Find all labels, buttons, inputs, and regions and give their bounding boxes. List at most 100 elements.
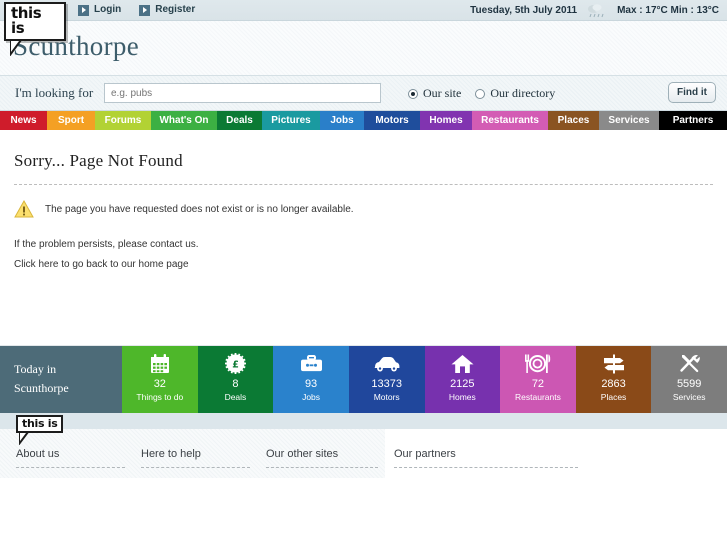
nav-item-news[interactable]: News — [0, 111, 47, 130]
svg-text:£: £ — [232, 360, 239, 371]
stat-tile-restaurants[interactable]: 72 Restaurants — [500, 346, 576, 413]
nav-item-motors[interactable]: Motors — [364, 111, 420, 130]
nav-item-pictures[interactable]: Pictures — [262, 111, 320, 130]
nav-item-deals[interactable]: Deals — [217, 111, 262, 130]
footer-logo[interactable]: this is — [16, 415, 64, 445]
stat-label: Jobs — [302, 392, 321, 402]
calendar-icon — [122, 353, 198, 374]
footer-strip — [0, 413, 727, 429]
search-input[interactable] — [104, 83, 381, 103]
nav-item-restaurants[interactable]: Restaurants — [472, 111, 548, 130]
radio-unselected-icon[interactable] — [475, 88, 486, 99]
footer-column-here-to-help: Here to help — [125, 447, 250, 468]
stat-label: Services — [672, 392, 706, 402]
footer-logo-text: this is — [16, 415, 64, 433]
footer-column-our-other-sites: Our other sites — [250, 447, 378, 468]
footer-column-rule — [266, 467, 378, 468]
nav-item-places[interactable]: Places — [548, 111, 599, 130]
footer-column-title[interactable]: Here to help — [141, 447, 250, 461]
stat-label: Deals — [224, 392, 247, 402]
car-icon — [349, 353, 425, 374]
pound-badge-icon: £ — [198, 353, 274, 374]
stat-tile-homes[interactable]: 2125 Homes — [424, 346, 501, 413]
stat-count: 2125 — [450, 378, 475, 390]
home-link-line[interactable]: Click here to go back to our home page — [14, 259, 713, 270]
stat-tile-motors[interactable]: 13373 Motors — [348, 346, 425, 413]
nav-item-jobs[interactable]: Jobs — [320, 111, 364, 130]
footer-column-rule — [141, 467, 250, 468]
page-root: Login Register Tuesday, 5th July 2011 Ma… — [0, 0, 727, 545]
arrow-right-icon — [139, 4, 151, 16]
house-icon — [425, 353, 501, 374]
speech-bubble-tail-icon — [19, 432, 30, 445]
signpost-icon — [576, 353, 652, 374]
stat-tile-things-to-do[interactable]: 32 Things to do — [122, 346, 198, 413]
site-logo-text: this is — [4, 2, 66, 41]
stat-tile-deals[interactable]: £8 Deals — [197, 346, 274, 413]
stat-count: 13373 — [371, 378, 402, 390]
footer-column-title[interactable]: Our other sites — [266, 447, 378, 461]
footer-column-our-partners: Our partners — [378, 447, 578, 468]
stat-label: Places — [600, 392, 627, 402]
stat-tile-services[interactable]: 5599 Services — [651, 346, 727, 413]
login-label: Login — [94, 4, 122, 15]
stat-count: 72 — [531, 378, 545, 390]
search-bar: I'm looking for Our site Our directory F… — [0, 75, 727, 111]
radio-selected-icon[interactable] — [408, 88, 418, 99]
today-in-panel: Today in Scunthorpe — [0, 346, 122, 413]
stat-label: Restaurants — [515, 392, 561, 402]
register-label: Register — [155, 4, 196, 15]
stat-count: 8 — [232, 378, 239, 390]
top-utility-bar: Login Register Tuesday, 5th July 2011 Ma… — [0, 0, 727, 21]
nav-item-what-s-on[interactable]: What's On — [151, 111, 217, 130]
site-logo[interactable]: this is — [4, 2, 66, 56]
nav-item-services[interactable]: Services — [599, 111, 659, 130]
briefcase-icon — [273, 353, 349, 374]
stat-label: Homes — [448, 392, 476, 402]
radio-our-directory[interactable]: Our directory — [475, 86, 555, 101]
today-in-stats-bar: Today in Scunthorpe 32 Things to do £8 Deal… — [0, 345, 727, 413]
temperature-range: Max : 17°C Min : 13°C — [617, 4, 719, 16]
tools-icon — [651, 353, 727, 374]
restaurant-icon — [500, 353, 576, 374]
search-label: I'm looking for — [15, 85, 94, 100]
date-weather-group: Tuesday, 5th July 2011 Max : 17°C Min : … — [470, 3, 719, 18]
footer-column-title[interactable]: Our partners — [394, 447, 578, 461]
stat-tile-places[interactable]: 2863 Places — [575, 346, 652, 413]
warning-triangle-icon — [14, 200, 34, 218]
footer-column-rule — [394, 467, 578, 468]
stat-label: Things to do — [136, 392, 184, 402]
footer-column-rule — [16, 467, 125, 468]
primary-nav: News Sport Forums What's On Deals Pictures Job… — [0, 111, 727, 130]
stat-count: 5599 — [676, 378, 702, 390]
error-message-row: The page you have requested does not exi… — [14, 200, 713, 218]
radio-our-site-label: Our site — [423, 86, 462, 100]
nav-item-homes[interactable]: Homes — [420, 111, 472, 130]
search-scope-options: Our site Our directory — [408, 86, 555, 101]
account-links: Login Register — [78, 3, 195, 17]
site-footer: this is About us Here to help Our other si… — [0, 413, 727, 478]
main-content: Sorry... Page Not Found The page you hav… — [0, 130, 727, 345]
nav-item-sport[interactable]: Sport — [47, 111, 95, 130]
footer-columns: About us Here to help Our other sites Our p… — [0, 447, 727, 468]
login-link[interactable]: Login — [78, 3, 121, 17]
stat-count: 93 — [304, 378, 318, 390]
radio-our-site[interactable]: Our site — [408, 86, 461, 101]
footer-column-title[interactable]: About us — [16, 447, 125, 461]
footer-column-about-us: About us — [0, 447, 125, 468]
error-title: Sorry... Page Not Found — [14, 151, 183, 170]
stat-tile-jobs[interactable]: 93 Jobs — [273, 346, 349, 413]
today-in-line1: Today in — [14, 362, 57, 376]
nav-item-partners[interactable]: Partners — [659, 111, 727, 130]
register-link[interactable]: Register — [139, 3, 195, 17]
divider — [14, 184, 713, 185]
find-it-button[interactable]: Find it — [668, 82, 716, 103]
contact-line[interactable]: If the problem persists, please contact … — [14, 239, 713, 250]
masthead: Scunthorpe — [0, 21, 727, 75]
arrow-right-icon — [78, 4, 89, 16]
today-in-line2: Scunthorpe — [14, 381, 69, 395]
nav-item-forums[interactable]: Forums — [95, 111, 151, 130]
cloud-rain-icon — [586, 3, 608, 18]
current-date: Tuesday, 5th July 2011 — [470, 4, 578, 16]
stat-label: Motors — [373, 392, 400, 402]
